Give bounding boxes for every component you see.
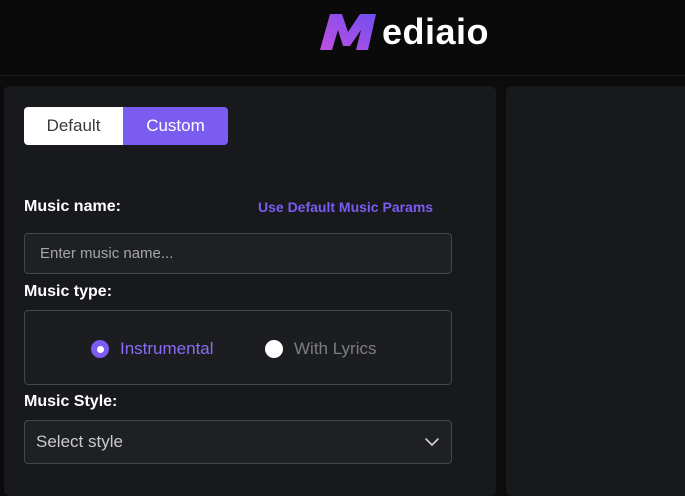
brand-logo[interactable]: ediaio xyxy=(318,10,489,54)
radio-with-lyrics-label: With Lyrics xyxy=(294,339,377,358)
radio-instrumental[interactable]: Instrumental xyxy=(91,339,214,359)
radio-unchecked-icon xyxy=(265,340,283,358)
top-bar: ediaio xyxy=(0,0,685,76)
brand-name: ediaio xyxy=(382,11,490,52)
radio-checked-icon xyxy=(91,340,109,358)
chevron-down-icon xyxy=(425,438,439,446)
preview-panel xyxy=(506,86,685,496)
music-name-label: Music name: xyxy=(24,198,121,215)
music-style-select[interactable]: Select style xyxy=(24,420,452,464)
music-type-group: Instrumental With Lyrics xyxy=(24,310,452,385)
music-name-field[interactable] xyxy=(24,233,452,274)
mode-custom-button[interactable]: Custom xyxy=(123,107,228,145)
radio-instrumental-label: Instrumental xyxy=(120,339,214,358)
music-name-input[interactable] xyxy=(40,234,451,273)
use-default-params-link[interactable]: Use Default Music Params xyxy=(258,199,433,215)
music-type-label: Music type: xyxy=(24,283,113,300)
music-style-label: Music Style: xyxy=(24,393,118,410)
settings-panel: Default Custom Music name: Use Default M… xyxy=(4,86,496,496)
mode-default-button[interactable]: Default xyxy=(24,107,123,145)
mode-toggle: Default Custom xyxy=(24,107,228,145)
radio-with-lyrics[interactable]: With Lyrics xyxy=(265,339,377,359)
mediaio-m-logo-icon xyxy=(320,14,376,50)
music-style-value: Select style xyxy=(36,432,123,451)
